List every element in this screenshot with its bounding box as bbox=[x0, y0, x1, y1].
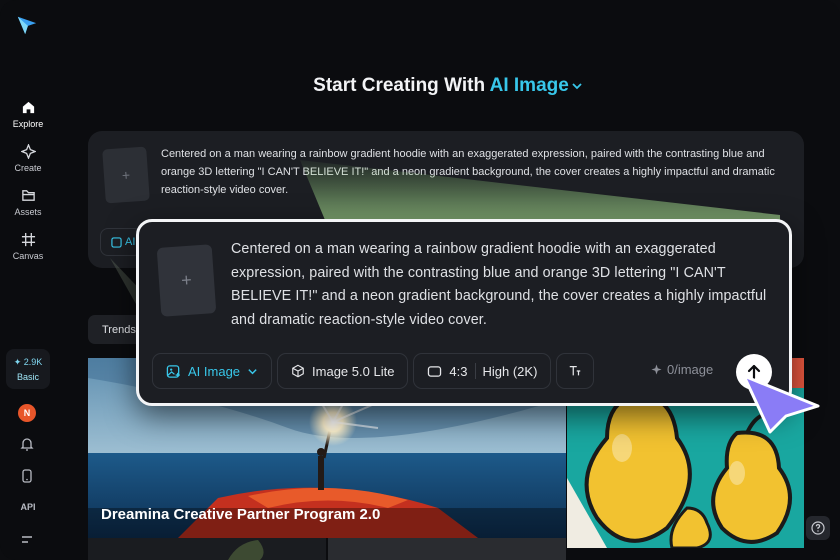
background-prompt-text[interactable]: Centered on a man wearing a rainbow grad… bbox=[161, 145, 793, 199]
background-mode-label: AI bbox=[125, 236, 136, 248]
logo-icon[interactable] bbox=[16, 14, 38, 36]
sparkle-icon bbox=[20, 144, 36, 159]
mode-dropdown-label: AI Image bbox=[489, 75, 569, 96]
mode-select-label: AI Image bbox=[188, 363, 241, 379]
chevron-down-icon bbox=[572, 83, 582, 90]
aspect-ratio-icon bbox=[428, 365, 442, 377]
plus-icon: + bbox=[180, 269, 193, 291]
sidebar-item-canvas[interactable]: Canvas bbox=[0, 232, 56, 261]
chevron-down-icon bbox=[248, 368, 257, 374]
composer-toolbar: AI Image Image 5.0 Lite 4:3 High (2K) bbox=[152, 352, 595, 390]
image-icon bbox=[166, 364, 180, 378]
home-icon bbox=[22, 101, 34, 114]
model-select[interactable]: Image 5.0 Lite bbox=[277, 353, 409, 389]
sidebar-item-label: Create bbox=[14, 163, 42, 173]
cost-label: 0/image bbox=[667, 362, 714, 377]
cube-icon bbox=[292, 364, 304, 378]
canvas-icon bbox=[21, 232, 35, 247]
prompt-composer: + Centered on a man wearing a rainbow gr… bbox=[136, 219, 792, 406]
mobile-icon[interactable] bbox=[19, 468, 35, 484]
sidebar-item-label: Canvas bbox=[12, 251, 44, 261]
thumbnail-row bbox=[88, 538, 566, 560]
ratio-quality-select[interactable]: 4:3 High (2K) bbox=[413, 353, 552, 389]
divider bbox=[474, 363, 476, 379]
credits-amount: ✦ 2.9K bbox=[13, 356, 43, 367]
page-title: Start Creating With AI Image bbox=[56, 75, 840, 97]
sidebar-item-label: Explore bbox=[12, 119, 44, 129]
sidebar-item-assets[interactable]: Assets bbox=[0, 188, 56, 217]
mode-dropdown[interactable]: AI Image bbox=[490, 75, 583, 96]
credits-badge[interactable]: ✦ 2.9K Basic bbox=[6, 349, 50, 389]
thumbnail-strip bbox=[88, 538, 566, 560]
quality-label: High (2K) bbox=[482, 363, 538, 379]
generation-cost: 0/image bbox=[651, 362, 713, 377]
text-style-button[interactable] bbox=[556, 353, 595, 389]
sidebar-item-explore[interactable]: Explore bbox=[0, 100, 56, 129]
api-link[interactable]: API bbox=[0, 502, 56, 512]
image-icon bbox=[111, 236, 122, 248]
question-icon bbox=[811, 521, 825, 535]
model-select-label: Image 5.0 Lite bbox=[312, 363, 395, 379]
prompt-input[interactable]: Centered on a man wearing a rainbow grad… bbox=[231, 238, 774, 332]
help-button[interactable] bbox=[806, 516, 830, 540]
sparkle-icon bbox=[651, 364, 662, 375]
bell-icon[interactable] bbox=[19, 436, 35, 452]
menu-icon[interactable] bbox=[19, 532, 35, 548]
reference-image-upload[interactable]: + bbox=[156, 244, 217, 317]
mode-select[interactable]: AI Image bbox=[152, 353, 273, 389]
sidebar-item-label: Assets bbox=[14, 207, 42, 217]
featured-caption: Dreamina Creative Partner Program 2.0 bbox=[101, 506, 381, 523]
app-window: Explore Create Assets Canvas ✦ 2.9K Basi… bbox=[0, 0, 840, 560]
plan-label: Basic bbox=[16, 371, 39, 382]
aspect-ratio-label: 4:3 bbox=[449, 363, 468, 379]
text-size-icon bbox=[570, 366, 581, 376]
plus-icon: + bbox=[121, 166, 131, 184]
sidebar-item-create[interactable]: Create bbox=[0, 144, 56, 173]
sidebar: Explore Create Assets Canvas ✦ 2.9K Basi… bbox=[0, 0, 56, 560]
avatar[interactable]: N bbox=[18, 404, 36, 422]
folder-icon bbox=[21, 190, 35, 201]
reference-image-slot[interactable]: + bbox=[102, 146, 150, 204]
mouse-cursor-icon bbox=[742, 374, 820, 434]
title-prefix: Start Creating With bbox=[313, 75, 486, 96]
